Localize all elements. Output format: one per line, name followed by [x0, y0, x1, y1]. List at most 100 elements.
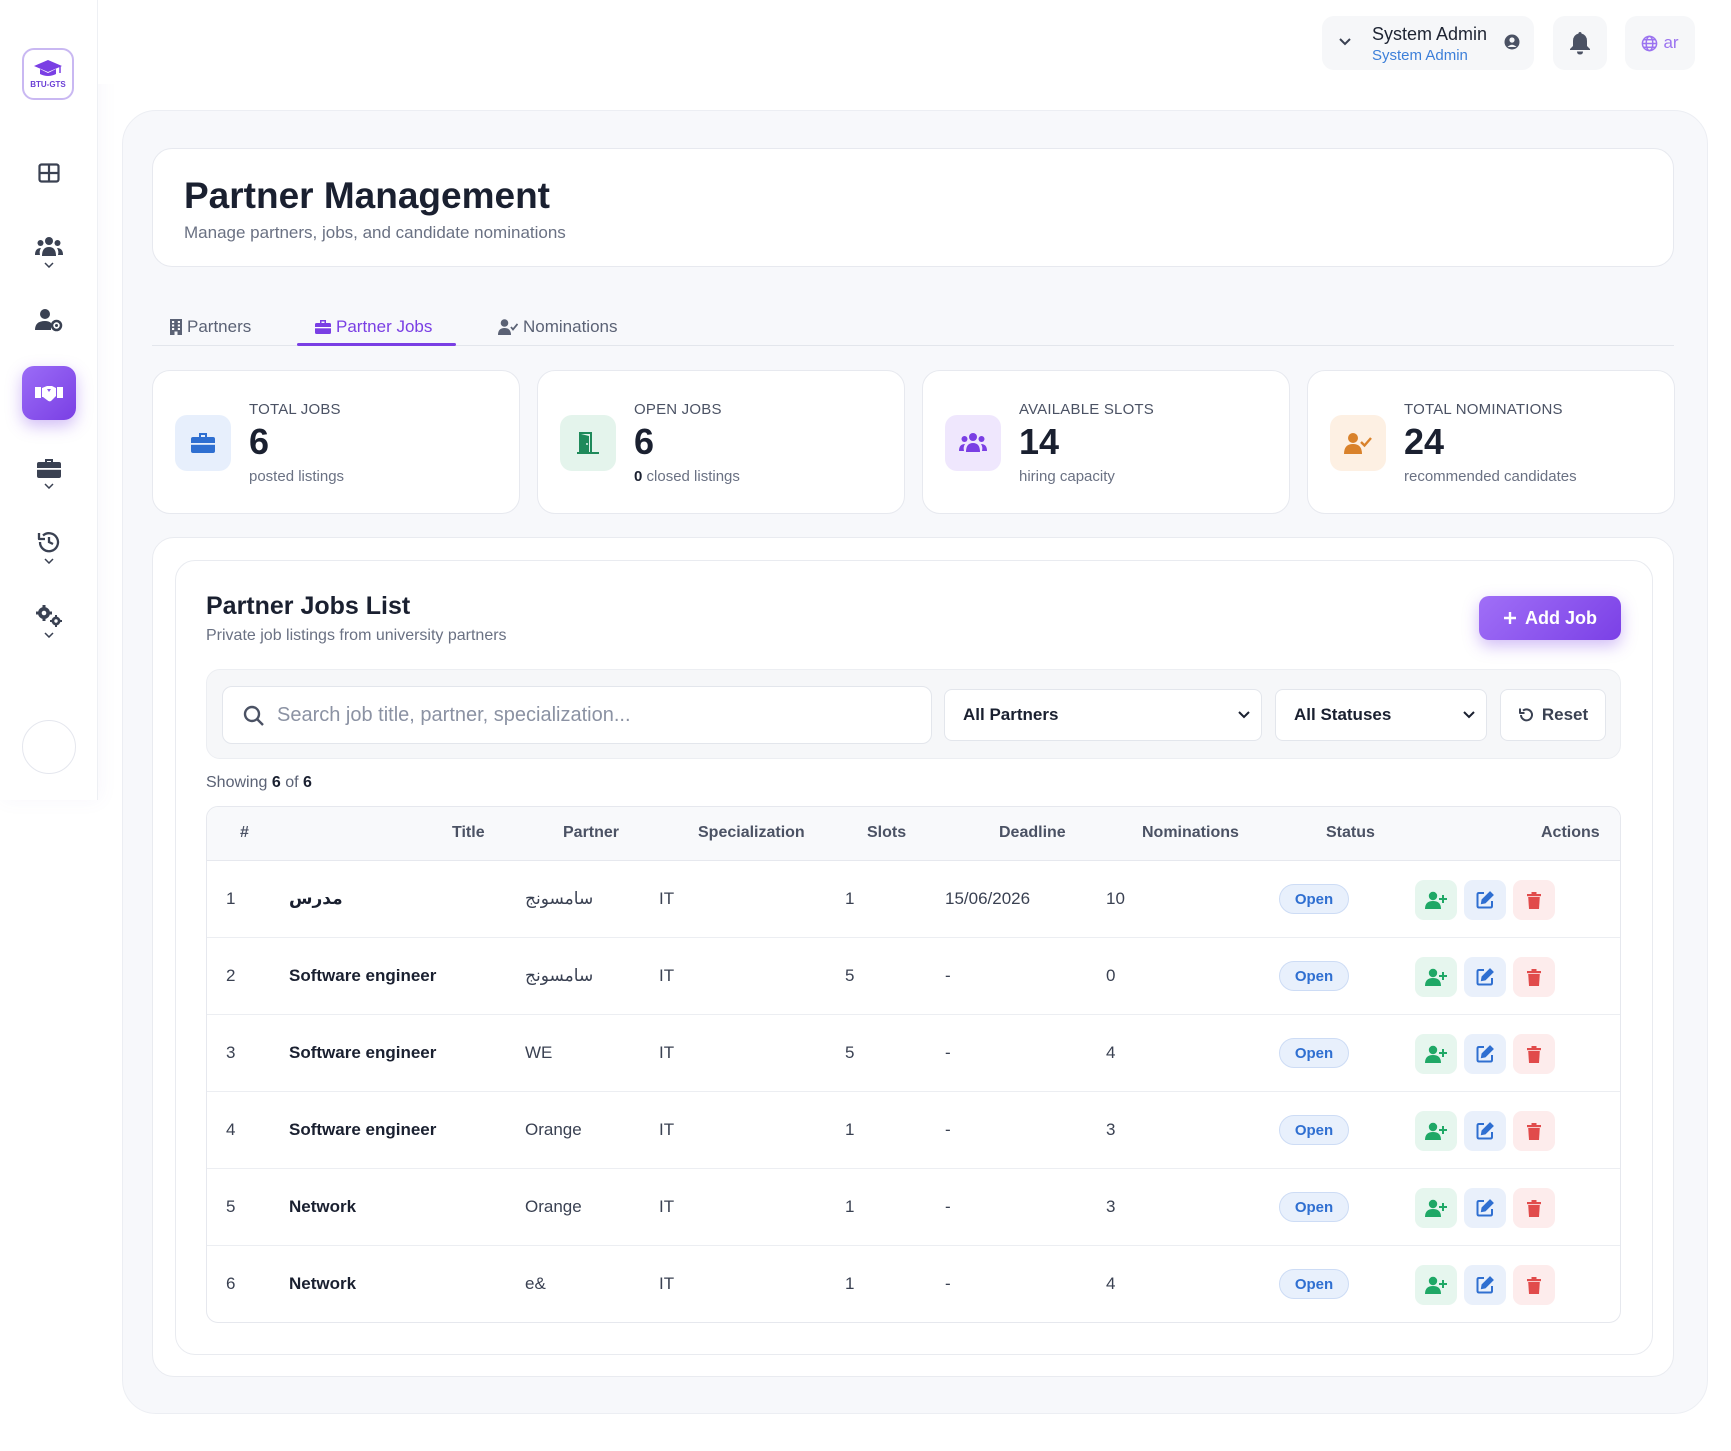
partner-name: سامسونج	[525, 966, 594, 985]
column-header-specialization[interactable]: Specialization	[698, 824, 805, 842]
add-job-button[interactable]: Add Job	[1479, 596, 1621, 640]
stat-description: hiring capacity	[1019, 468, 1115, 485]
nominate-button[interactable]	[1415, 880, 1457, 920]
tab-partners[interactable]: Partners	[170, 310, 251, 344]
partner-name: WE	[525, 1043, 553, 1062]
stat-description: posted listings	[249, 468, 345, 485]
globe-icon	[1642, 35, 1658, 51]
reset-button[interactable]: Reset	[1500, 689, 1606, 741]
partner-filter-select[interactable]: All Partners	[944, 689, 1262, 741]
status-badge: Open	[1279, 1038, 1349, 1068]
table-row: 1 مدرس سامسونج IT 1 15/06/2026 10 Open	[207, 861, 1620, 938]
job-title: Network	[289, 1274, 357, 1293]
stat-card-open-jobs: OPEN JOBS 6 0 closed listings	[537, 370, 905, 514]
status-badge: Open	[1279, 884, 1349, 914]
tab-nominations[interactable]: Nominations	[498, 310, 618, 344]
chevron-down-icon	[1238, 711, 1250, 719]
partner-name: Orange	[525, 1197, 582, 1216]
row-number: 2	[226, 966, 236, 985]
dashboard-grid-icon	[38, 163, 60, 183]
search-box[interactable]	[222, 686, 932, 744]
table-row: 3 Software engineer WE IT 5 - 4 Open	[207, 1015, 1620, 1092]
trash-icon	[1527, 891, 1541, 909]
user-role: System Admin	[1372, 47, 1468, 64]
sidebar-item-settings[interactable]	[22, 594, 76, 648]
edit-icon	[1476, 1276, 1494, 1294]
trash-icon	[1527, 1045, 1541, 1063]
delete-button[interactable]	[1513, 880, 1555, 920]
column-header-status[interactable]: Status	[1326, 824, 1375, 842]
edit-icon	[1476, 1045, 1494, 1063]
edit-icon	[1476, 1122, 1494, 1140]
slots: 1	[845, 1197, 855, 1216]
door-open-icon	[577, 432, 599, 454]
app-logo[interactable]: BTU-GTS	[22, 48, 74, 100]
delete-button[interactable]	[1513, 1188, 1555, 1228]
nominations-count: 10	[1106, 889, 1125, 908]
edit-button[interactable]	[1464, 1034, 1506, 1074]
closed-count: 0	[634, 468, 643, 485]
avatar[interactable]	[22, 720, 76, 774]
row-number: 3	[226, 1043, 236, 1062]
stat-card-available-slots: AVAILABLE SLOTS 14 hiring capacity	[922, 370, 1290, 514]
specialization: IT	[659, 1197, 675, 1216]
logo-text: BTU-GTS	[30, 80, 66, 89]
edit-button[interactable]	[1464, 1111, 1506, 1151]
stat-description: recommended candidates	[1404, 468, 1577, 485]
sidebar-item-dashboard[interactable]	[22, 146, 76, 200]
stat-label: TOTAL NOMINATIONS	[1404, 401, 1563, 418]
specialization: IT	[659, 889, 675, 908]
edit-button[interactable]	[1464, 957, 1506, 997]
results-count: Showing 6 of 6	[206, 774, 312, 792]
tab-label: Partners	[187, 317, 252, 336]
nominate-button[interactable]	[1415, 1034, 1457, 1074]
nominate-button[interactable]	[1415, 957, 1457, 997]
job-title: Software engineer	[289, 1043, 437, 1062]
user-plus-icon	[1425, 1045, 1447, 1063]
column-header-deadline[interactable]: Deadline	[999, 824, 1066, 842]
nominate-button[interactable]	[1415, 1265, 1457, 1305]
specialization: IT	[659, 1274, 675, 1293]
undo-icon	[1518, 708, 1533, 722]
delete-button[interactable]	[1513, 1034, 1555, 1074]
delete-button[interactable]	[1513, 1111, 1555, 1151]
language-switch[interactable]: ar	[1625, 16, 1695, 70]
column-header-partner[interactable]: Partner	[563, 824, 619, 842]
stat-icon-box	[175, 415, 231, 471]
stat-icon-box	[560, 415, 616, 471]
stat-value: 6	[634, 421, 655, 462]
sidebar-item-history[interactable]	[22, 520, 76, 574]
search-input[interactable]	[277, 687, 917, 743]
delete-button[interactable]	[1513, 1265, 1555, 1305]
edit-button[interactable]	[1464, 1188, 1506, 1228]
add-job-label: Add Job	[1525, 607, 1597, 628]
sidebar-item-users[interactable]	[22, 225, 76, 279]
user-menu[interactable]: System Admin System Admin	[1322, 16, 1534, 70]
status-filter-select[interactable]: All Statuses	[1275, 689, 1487, 741]
graduation-cap-icon	[34, 60, 62, 76]
sidebar-item-partners[interactable]	[22, 366, 76, 420]
column-header-title[interactable]: Title	[452, 824, 485, 842]
edit-button[interactable]	[1464, 880, 1506, 920]
status-badge: Open	[1279, 1192, 1349, 1222]
deadline: -	[945, 1274, 951, 1293]
column-header-nominations[interactable]: Nominations	[1142, 824, 1239, 842]
partner-name: Orange	[525, 1120, 582, 1139]
search-icon	[243, 705, 264, 726]
edit-icon	[1476, 1199, 1494, 1217]
column-header-slots[interactable]: Slots	[867, 824, 906, 842]
sidebar-item-user-settings[interactable]	[22, 293, 76, 347]
notifications-button[interactable]	[1553, 16, 1607, 70]
delete-button[interactable]	[1513, 957, 1555, 997]
nominate-button[interactable]	[1415, 1188, 1457, 1228]
user-plus-icon	[1425, 1122, 1447, 1140]
sidebar-item-jobs[interactable]	[22, 446, 76, 500]
edit-button[interactable]	[1464, 1265, 1506, 1305]
nominate-button[interactable]	[1415, 1111, 1457, 1151]
partner-name: سامسونج	[525, 889, 594, 908]
chevron-down-icon	[44, 483, 54, 489]
tab-label: Nominations	[523, 317, 618, 336]
tab-partner-jobs[interactable]: Partner Jobs	[315, 310, 432, 344]
tab-bar: Partners Partner Jobs Nominations	[152, 298, 1674, 346]
reset-label: Reset	[1541, 705, 1589, 724]
